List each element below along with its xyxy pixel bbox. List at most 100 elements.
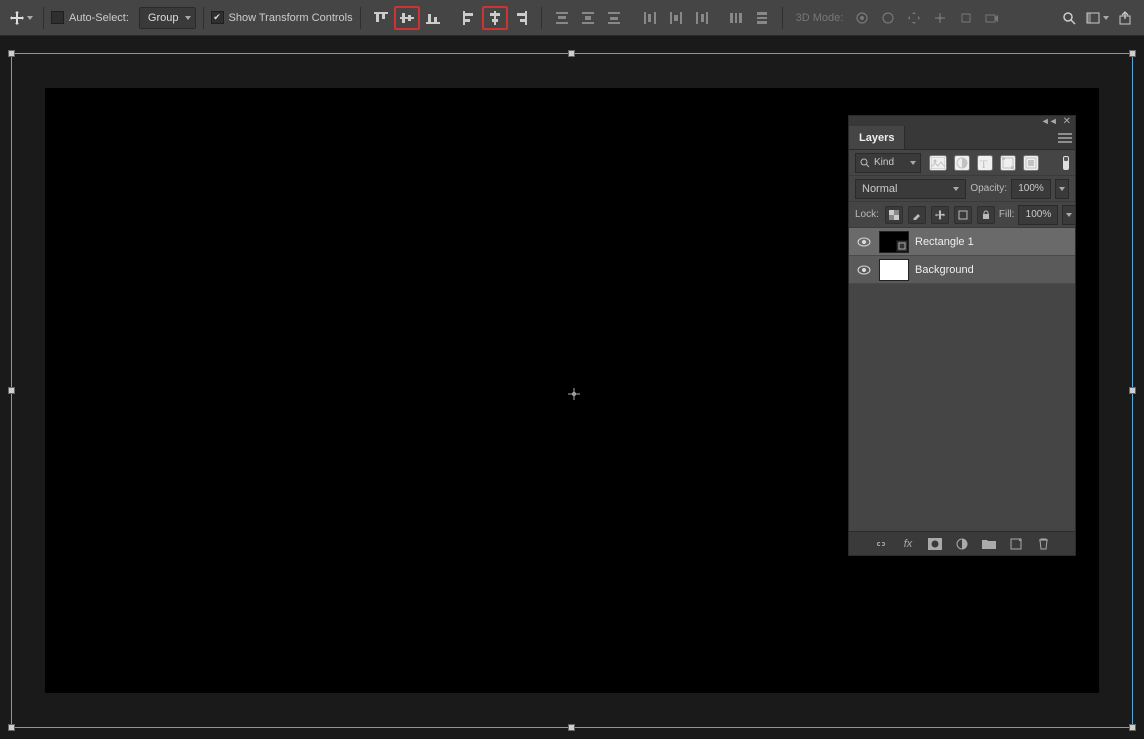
new-layer-button[interactable]: [1008, 536, 1024, 552]
divider: [43, 7, 44, 29]
filter-kind-dropdown[interactable]: Kind: [855, 153, 921, 173]
auto-select-checkbox[interactable]: Auto-Select:: [51, 11, 129, 24]
fill-input[interactable]: 100%: [1018, 205, 1058, 225]
visibility-toggle[interactable]: [855, 265, 873, 275]
filter-adjustment-button[interactable]: [954, 155, 970, 171]
move-icon: [935, 210, 945, 220]
distribute-top-button[interactable]: [549, 6, 575, 30]
visibility-toggle[interactable]: [855, 237, 873, 247]
3d-mode-group: [849, 6, 1005, 30]
align-horizontal-centers-button[interactable]: [482, 6, 508, 30]
transform-handle-bc[interactable]: [568, 724, 575, 731]
distribute-left-button[interactable]: [637, 6, 663, 30]
adjustment-layer-button[interactable]: [954, 536, 970, 552]
distribute-hspace-icon: [728, 10, 744, 26]
share-button[interactable]: [1112, 5, 1138, 31]
panel-close-icon[interactable]: ✕: [1063, 116, 1071, 127]
distribute-hspace-button[interactable]: [723, 6, 749, 30]
distribute-vcenter-button[interactable]: [575, 6, 601, 30]
align-bottom-edges-button[interactable]: [420, 6, 446, 30]
filter-pixel-button[interactable]: [929, 155, 947, 171]
lock-position-button[interactable]: [931, 206, 949, 224]
panel-collapse-icon[interactable]: ◄◄: [1041, 116, 1057, 126]
camera-icon: [984, 10, 1000, 26]
align-bottom-icon: [425, 10, 441, 26]
chevron-down-icon: [27, 16, 33, 20]
distribute-bottom-button[interactable]: [601, 6, 627, 30]
roll-icon: [880, 10, 896, 26]
align-right-edges-button[interactable]: [508, 6, 534, 30]
show-transform-checkbox[interactable]: Show Transform Controls: [211, 11, 353, 24]
fill-stepper[interactable]: [1062, 205, 1076, 225]
layer-mask-button[interactable]: [927, 536, 943, 552]
blend-mode-dropdown[interactable]: Normal: [855, 179, 966, 199]
filter-type-button[interactable]: T: [977, 155, 993, 171]
show-transform-label: Show Transform Controls: [229, 12, 353, 24]
transform-handle-bl[interactable]: [8, 724, 15, 731]
folder-icon: [982, 538, 996, 549]
filter-shape-button[interactable]: [1000, 155, 1016, 171]
3d-mode-label: 3D Mode:: [796, 12, 844, 24]
auto-select-target-dropdown[interactable]: Group: [139, 7, 196, 29]
distribute-vspace-icon: [754, 10, 770, 26]
3d-roll-button[interactable]: [875, 6, 901, 30]
layer-item[interactable]: Rectangle 1: [849, 228, 1075, 256]
layer-thumbnail[interactable]: [879, 231, 909, 253]
checkbox-icon: [51, 11, 64, 24]
search-button[interactable]: [1056, 5, 1082, 31]
new-group-button[interactable]: [981, 536, 997, 552]
distribute-vspace-button[interactable]: [749, 6, 775, 30]
link-layers-button[interactable]: [873, 536, 889, 552]
tab-label: Layers: [859, 132, 894, 144]
transform-handle-tl[interactable]: [8, 50, 15, 57]
opacity-stepper[interactable]: [1055, 179, 1069, 199]
align-vcenter-icon: [399, 10, 415, 26]
brush-icon: [912, 210, 922, 220]
3d-slide-button[interactable]: [927, 6, 953, 30]
transform-handle-ml[interactable]: [8, 387, 15, 394]
panel-titlebar[interactable]: ◄◄ ✕: [849, 116, 1075, 126]
move-tool-button[interactable]: [6, 5, 36, 31]
align-vertical-centers-button[interactable]: [394, 6, 420, 30]
distribute-right-icon: [694, 10, 710, 26]
lock-image-button[interactable]: [908, 206, 926, 224]
transform-handle-tc[interactable]: [568, 50, 575, 57]
3d-scale-button[interactable]: [953, 6, 979, 30]
panel-menu-button[interactable]: [1055, 126, 1075, 149]
tab-layers[interactable]: Layers: [849, 126, 905, 149]
distribute-vertical-group: [549, 6, 627, 30]
layer-filter-row: Kind T: [849, 150, 1075, 176]
lock-transparency-button[interactable]: [885, 206, 903, 224]
filter-smartobj-button[interactable]: [1023, 155, 1039, 171]
chevron-down-icon: [910, 161, 916, 165]
transform-handle-br[interactable]: [1129, 724, 1136, 731]
filter-toggle-switch[interactable]: [1063, 156, 1069, 170]
distribute-hcenter-button[interactable]: [663, 6, 689, 30]
search-icon: [1061, 10, 1077, 26]
layer-name: Rectangle 1: [915, 236, 974, 248]
align-top-icon: [373, 10, 389, 26]
share-icon: [1117, 10, 1133, 26]
layer-thumbnail[interactable]: [879, 259, 909, 281]
distribute-right-button[interactable]: [689, 6, 715, 30]
eye-icon: [857, 265, 871, 275]
delete-layer-button[interactable]: [1035, 536, 1051, 552]
3d-orbit-button[interactable]: [849, 6, 875, 30]
menu-icon: [1058, 133, 1072, 143]
lock-all-button[interactable]: [977, 206, 995, 224]
layout-mode-button[interactable]: [1084, 5, 1110, 31]
3d-pan-button[interactable]: [901, 6, 927, 30]
layer-style-button[interactable]: fx: [900, 536, 916, 552]
align-left-edges-button[interactable]: [456, 6, 482, 30]
opacity-input[interactable]: 100%: [1011, 179, 1051, 199]
chevron-down-icon: [1103, 16, 1109, 20]
align-top-edges-button[interactable]: [368, 6, 394, 30]
lock-artboard-button[interactable]: [954, 206, 972, 224]
layers-footer: fx: [849, 531, 1075, 555]
transform-handle-tr[interactable]: [1129, 50, 1136, 57]
shape-badge-icon: [896, 240, 908, 252]
layer-item[interactable]: Background: [849, 256, 1075, 284]
options-bar: Auto-Select: Group Show Transform Contro…: [0, 0, 1144, 36]
transform-handle-mr[interactable]: [1129, 387, 1136, 394]
3d-camera-button[interactable]: [979, 6, 1005, 30]
